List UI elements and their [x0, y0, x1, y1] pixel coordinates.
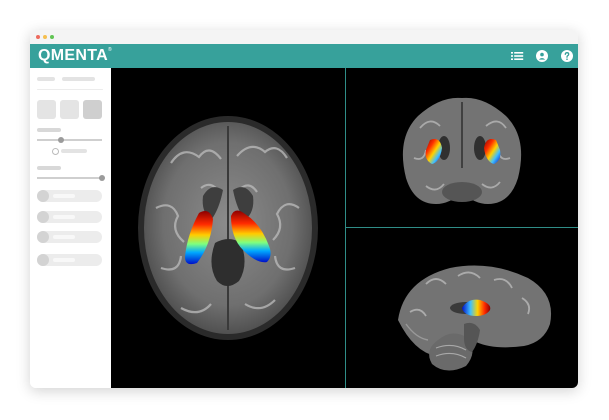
- list-item-label-placeholder: [53, 235, 75, 239]
- window-maximize-dot[interactable]: [50, 35, 54, 39]
- layout-button-active[interactable]: [83, 100, 102, 119]
- app-window: QMENTA®: [30, 30, 578, 388]
- opacity-slider-knob[interactable]: [58, 137, 64, 143]
- coronal-brainstem: [442, 182, 482, 202]
- axial-view[interactable]: [111, 68, 345, 388]
- radio-option[interactable]: [52, 148, 59, 155]
- sidebar-divider: [37, 89, 103, 90]
- sidebar: [30, 68, 112, 388]
- threshold-slider-track[interactable]: [37, 177, 104, 179]
- sidebar-header-placeholder: [37, 77, 55, 81]
- opacity-slider-track[interactable]: [37, 139, 102, 141]
- layout-button[interactable]: [37, 100, 56, 119]
- list-item[interactable]: [37, 254, 102, 266]
- list-item-label-placeholder: [53, 258, 75, 262]
- list-item-label-placeholder: [53, 215, 75, 219]
- image-viewer: [111, 68, 578, 388]
- list-item-icon: [37, 190, 49, 202]
- list-item-icon: [37, 231, 49, 243]
- slider-label-placeholder: [37, 128, 61, 132]
- list-item[interactable]: [37, 211, 102, 223]
- layout-button[interactable]: [60, 100, 79, 119]
- list-item-label-placeholder: [53, 194, 75, 198]
- list-item[interactable]: [37, 231, 102, 243]
- list-icon[interactable]: [510, 49, 524, 63]
- brand-name: QMENTA: [38, 47, 108, 64]
- coronal-view[interactable]: [346, 68, 578, 227]
- threshold-slider-knob[interactable]: [99, 175, 105, 181]
- brainstem: [464, 322, 480, 352]
- list-item-icon: [37, 254, 49, 266]
- list-item[interactable]: [37, 190, 102, 202]
- user-icon[interactable]: [535, 49, 549, 63]
- sidebar-header-placeholder: [62, 77, 95, 81]
- sagittal-view[interactable]: [346, 228, 578, 388]
- window-chrome: [30, 30, 578, 44]
- slider-label-placeholder: [37, 166, 61, 170]
- window-minimize-dot[interactable]: [43, 35, 47, 39]
- brand-logo[interactable]: QMENTA®: [38, 47, 112, 65]
- radio-label-placeholder: [61, 149, 87, 153]
- window-close-dot[interactable]: [36, 35, 40, 39]
- list-item-icon: [37, 211, 49, 223]
- trademark-mark: ®: [107, 47, 112, 53]
- top-bar: QMENTA®: [30, 44, 578, 68]
- help-icon[interactable]: [560, 49, 574, 63]
